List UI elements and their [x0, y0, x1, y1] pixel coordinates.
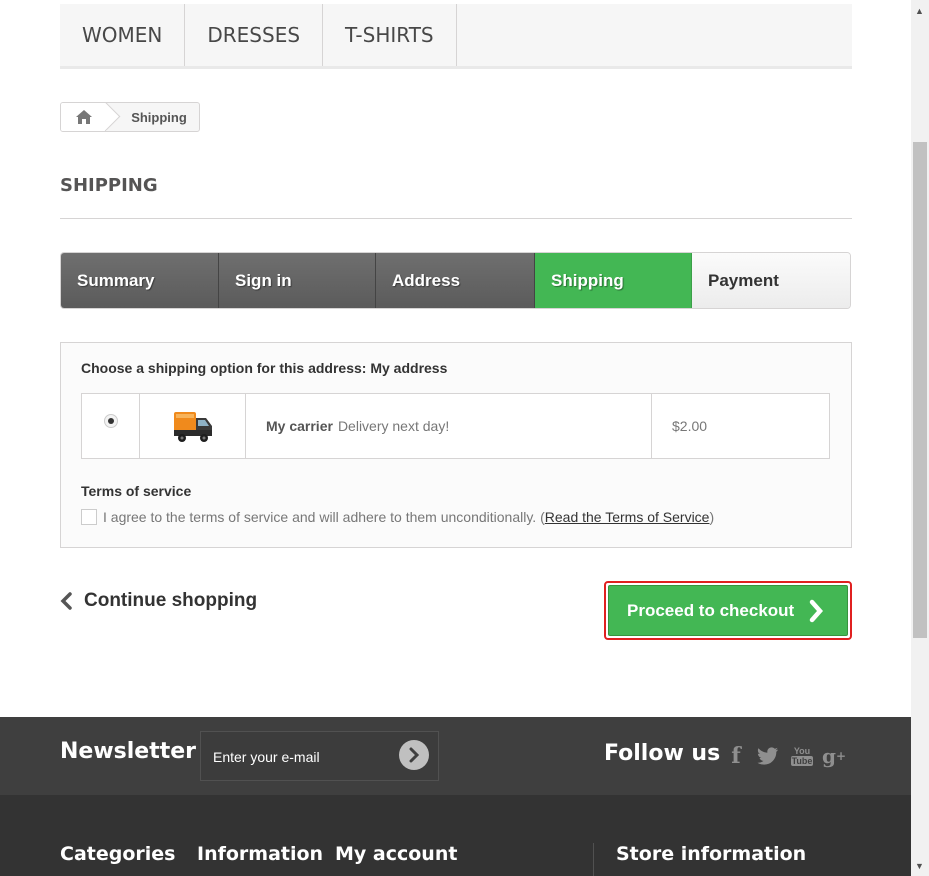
- twitter-icon[interactable]: [755, 743, 781, 769]
- continue-shopping-button[interactable]: Continue shopping: [60, 590, 257, 612]
- page-scrollbar[interactable]: ▲ ▼: [911, 0, 929, 876]
- carrier-option-row[interactable]: My carrier Delivery next day! $2.00: [81, 393, 830, 459]
- terms-title: Terms of service: [81, 483, 192, 499]
- newsletter-submit-button[interactable]: [399, 740, 429, 770]
- newsletter-title: Newsletter: [60, 739, 197, 764]
- footer-information[interactable]: Information: [197, 843, 323, 865]
- truck-icon: [173, 412, 212, 442]
- step-payment: Payment: [692, 253, 850, 308]
- menu-item-dresses[interactable]: DRESSES: [185, 4, 324, 66]
- proceed-to-checkout-button[interactable]: Proceed to checkout: [604, 581, 852, 640]
- scrollbar-thumb[interactable]: [913, 142, 927, 638]
- carrier-radio[interactable]: [104, 414, 118, 428]
- chevron-right-icon: [809, 599, 824, 622]
- follow-us-title: Follow us: [604, 741, 721, 766]
- checkout-label: Proceed to checkout: [627, 600, 795, 620]
- delivery-options-box: Choose a shipping option for this addres…: [60, 342, 852, 548]
- terms-agree-text: I agree to the terms of service and will…: [103, 509, 537, 525]
- breadcrumb: Shipping: [60, 102, 200, 132]
- newsletter-field: [200, 731, 439, 781]
- scroll-up-arrow[interactable]: ▲: [915, 6, 924, 16]
- footer-store-information[interactable]: Store information: [616, 843, 806, 865]
- carrier-info: My carrier Delivery next day!: [246, 394, 652, 458]
- facebook-icon[interactable]: f: [723, 743, 749, 769]
- step-summary[interactable]: Summary: [61, 253, 219, 308]
- terms-link[interactable]: Read the Terms of Service: [545, 509, 710, 525]
- carrier-delay: Delivery next day!: [337, 418, 450, 434]
- step-sign-in[interactable]: Sign in: [219, 253, 376, 308]
- shipping-option-label: Choose a shipping option for this addres…: [81, 360, 448, 376]
- step-shipping: Shipping: [535, 253, 692, 308]
- youtube-icon[interactable]: You Tube: [789, 743, 815, 769]
- home-icon: [76, 110, 92, 124]
- carrier-name: My carrier: [266, 418, 333, 434]
- top-menu: WOMEN DRESSES T-SHIRTS: [60, 4, 852, 69]
- breadcrumb-home[interactable]: [61, 103, 107, 131]
- footer-divider: [593, 843, 594, 876]
- footer-categories[interactable]: Categories: [60, 843, 175, 865]
- terms-paren-close: ): [709, 509, 715, 525]
- google-plus-icon[interactable]: g +: [821, 743, 847, 769]
- scroll-down-arrow[interactable]: ▼: [915, 861, 924, 871]
- breadcrumb-current: Shipping: [131, 109, 187, 125]
- footer-newsletter-bar: Newsletter Follow us f YouTube g+: [0, 717, 911, 795]
- footer-links: Categories Information My account Store …: [0, 795, 911, 876]
- continue-shopping-label: Continue shopping: [84, 590, 258, 611]
- menu-item-tshirts[interactable]: T-SHIRTS: [323, 4, 457, 66]
- terms-checkbox[interactable]: [81, 509, 97, 525]
- carrier-price: $2.00: [672, 418, 708, 434]
- menu-item-women[interactable]: WOMEN: [60, 4, 186, 66]
- order-steps: Summary Sign in Address Shipping Payment: [60, 252, 851, 309]
- terms-row: I agree to the terms of service and will…: [81, 509, 714, 525]
- arrow-right-icon: [409, 747, 420, 763]
- footer-my-account[interactable]: My account: [335, 843, 457, 865]
- newsletter-email-input[interactable]: [213, 746, 393, 768]
- chevron-left-icon: [60, 592, 72, 610]
- page-title: SHIPPING: [60, 175, 852, 219]
- step-address[interactable]: Address: [376, 253, 535, 308]
